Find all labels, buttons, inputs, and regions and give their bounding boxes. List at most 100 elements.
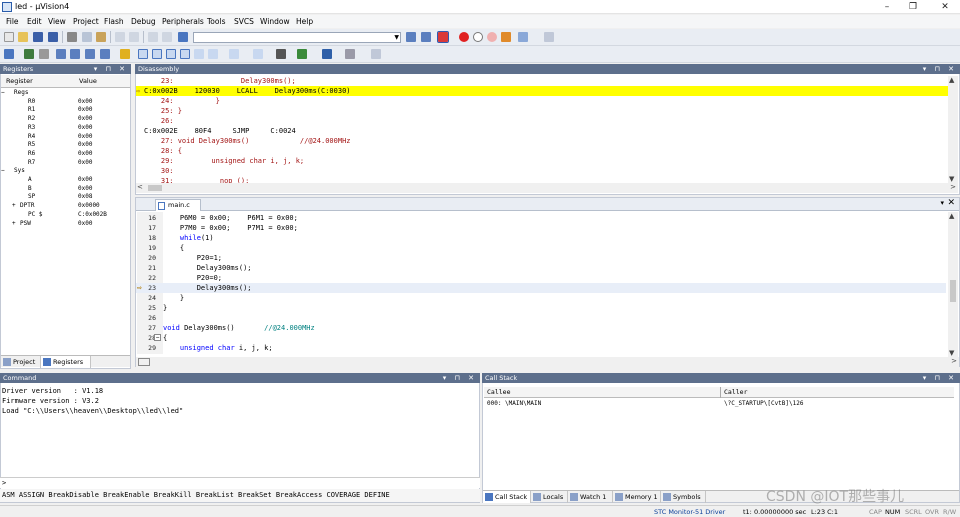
menu-debug[interactable]: Debug	[131, 17, 156, 26]
trace-window-icon[interactable]	[297, 49, 307, 59]
scroll-up-icon[interactable]: ▲	[949, 212, 954, 220]
show-next-statement-icon[interactable]	[120, 49, 130, 59]
code-line[interactable]: 22 P20=0;	[136, 273, 946, 283]
tab-locals[interactable]: Locals	[531, 491, 568, 503]
scroll-thumb[interactable]	[148, 185, 162, 191]
registers-window-icon[interactable]	[180, 49, 190, 59]
register-row[interactable]: A 0x00	[2, 176, 129, 184]
tab-main-c[interactable]: main.c	[155, 199, 201, 211]
tab-registers[interactable]: Registers	[41, 356, 91, 368]
configure-icon[interactable]	[544, 32, 554, 42]
symbols-window-icon[interactable]	[166, 49, 176, 59]
register-row[interactable]: + PSW 0x00	[2, 220, 129, 228]
editor-hscrollbar[interactable]: >	[136, 357, 959, 367]
register-row[interactable]: R6 0x00	[2, 150, 129, 158]
menu-svcs[interactable]: SVCS	[234, 17, 254, 26]
register-row[interactable]: R0 0x00	[2, 98, 129, 106]
scroll-down-icon[interactable]: ▼	[949, 349, 954, 357]
code-line[interactable]: 26	[136, 313, 946, 323]
breakpoint-disable-all-icon[interactable]	[487, 32, 497, 42]
code-line[interactable]: 21 Delay300ms();	[136, 263, 946, 273]
panel-pin-close-icon[interactable]: ▾ ⊓ ✕	[923, 64, 957, 74]
window-layout-icon[interactable]	[518, 32, 528, 42]
code-line[interactable]: 19 {	[136, 243, 946, 253]
disassembly-source-line[interactable]: 25: }	[136, 106, 948, 116]
call-stack-window-icon[interactable]	[194, 49, 204, 59]
tab-list-icon[interactable]: ▾	[940, 199, 944, 207]
paste-icon[interactable]	[96, 32, 106, 42]
tab-memory-1[interactable]: Memory 1	[613, 491, 661, 503]
panel-pin-close-icon[interactable]: ▾ ⊓ ✕	[94, 64, 128, 74]
scroll-thumb[interactable]	[950, 280, 956, 302]
register-row[interactable]: PC $ C:0x002B	[2, 211, 129, 219]
breakpoint-kill-icon[interactable]	[501, 32, 511, 42]
menu-help[interactable]: Help	[296, 17, 313, 26]
toolbox-icon[interactable]	[345, 49, 355, 59]
register-row[interactable]: SP 0x08	[2, 193, 129, 201]
find-icon[interactable]	[406, 32, 416, 42]
register-row[interactable]: − Regs	[1, 89, 129, 97]
breakpoint-disable-icon[interactable]	[473, 32, 483, 42]
column-value[interactable]: Value	[79, 77, 97, 85]
menu-tools[interactable]: Tools	[207, 17, 225, 26]
disassembly-source-line[interactable]: 27: void Delay300ms() //@24.000MHz	[136, 136, 948, 146]
column-divider[interactable]	[720, 387, 721, 398]
register-row[interactable]: R1 0x00	[2, 106, 129, 114]
scroll-right-icon[interactable]: >	[951, 357, 957, 365]
code-line[interactable]: 29 unsigned char i, j, k;	[136, 343, 946, 353]
register-row[interactable]: + DPTR 0x0000	[2, 202, 129, 210]
redo-icon[interactable]	[129, 32, 139, 42]
tab-call-stack[interactable]: Call Stack	[483, 491, 531, 503]
code-line[interactable]: 28−{	[136, 333, 946, 343]
watch-window-icon[interactable]	[208, 49, 218, 59]
column-callee[interactable]: Callee	[487, 388, 510, 396]
tree-expander-icon[interactable]: −	[1, 89, 5, 97]
step-out-icon[interactable]	[85, 49, 95, 59]
code-line[interactable]: 23 ⇨ Delay300ms();	[136, 283, 946, 293]
tree-expander-icon[interactable]: −	[1, 167, 5, 175]
disassembly-vscrollbar[interactable]: ▲ ▼	[948, 76, 958, 183]
find-combo[interactable]: ▼	[193, 32, 401, 43]
call-stack-caller[interactable]: \?C_STARTUP\[CvtB]\126	[724, 399, 803, 408]
memory-window-icon[interactable]	[229, 49, 239, 59]
code-line[interactable]: 24 }	[136, 293, 946, 303]
copy-icon[interactable]	[82, 32, 92, 42]
tree-expander-icon[interactable]: +	[12, 202, 16, 210]
debug-session-icon[interactable]	[437, 31, 449, 43]
register-row[interactable]: R2 0x00	[2, 115, 129, 123]
maximize-button[interactable]: ❐	[904, 1, 922, 13]
register-row[interactable]: R7 0x00	[2, 159, 129, 167]
menu-window[interactable]: Window	[260, 17, 290, 26]
close-editor-icon[interactable]: ✕	[947, 198, 955, 208]
tab-symbols[interactable]: Symbols	[661, 491, 706, 503]
debug-restore-views-icon[interactable]	[371, 49, 381, 59]
system-viewer-icon[interactable]	[322, 49, 332, 59]
code-line[interactable]: 25}	[136, 303, 946, 313]
new-file-icon[interactable]	[4, 32, 14, 42]
save-all-icon[interactable]	[48, 32, 58, 42]
code-line[interactable]: 17 P7M0 = 0x00; P7M1 = 0x00;	[136, 223, 946, 233]
tree-expander-icon[interactable]: +	[12, 220, 16, 228]
register-row[interactable]: R3 0x00	[2, 124, 129, 132]
scroll-down-icon[interactable]: ▼	[949, 175, 954, 183]
step-over-icon[interactable]	[70, 49, 80, 59]
scroll-up-icon[interactable]: ▲	[949, 76, 954, 84]
menu-project[interactable]: Project	[73, 17, 99, 26]
scroll-left-icon[interactable]	[138, 358, 150, 366]
reset-icon[interactable]	[4, 49, 14, 59]
panel-pin-close-icon[interactable]: ▾ ⊓ ✕	[923, 373, 957, 383]
open-folder-icon[interactable]	[18, 32, 28, 42]
disassembly-source-line[interactable]: 29: unsigned char i, j, k;	[136, 156, 948, 166]
disassembly-source-line[interactable]: 30:	[136, 166, 948, 176]
serial-window-icon[interactable]	[253, 49, 263, 59]
code-line[interactable]: 18 while(1)	[136, 233, 946, 243]
code-line[interactable]: 20 P20=1;	[136, 253, 946, 263]
save-icon[interactable]	[33, 32, 43, 42]
scroll-right-icon[interactable]: >	[950, 183, 956, 191]
nav-forward-icon[interactable]	[162, 32, 172, 42]
find-in-files-icon[interactable]	[421, 32, 431, 42]
minimize-button[interactable]: –	[878, 1, 896, 13]
disassembly-window-icon[interactable]	[152, 49, 162, 59]
undo-icon[interactable]	[115, 32, 125, 42]
panel-pin-close-icon[interactable]: ▾ ⊓ ✕	[443, 373, 477, 383]
